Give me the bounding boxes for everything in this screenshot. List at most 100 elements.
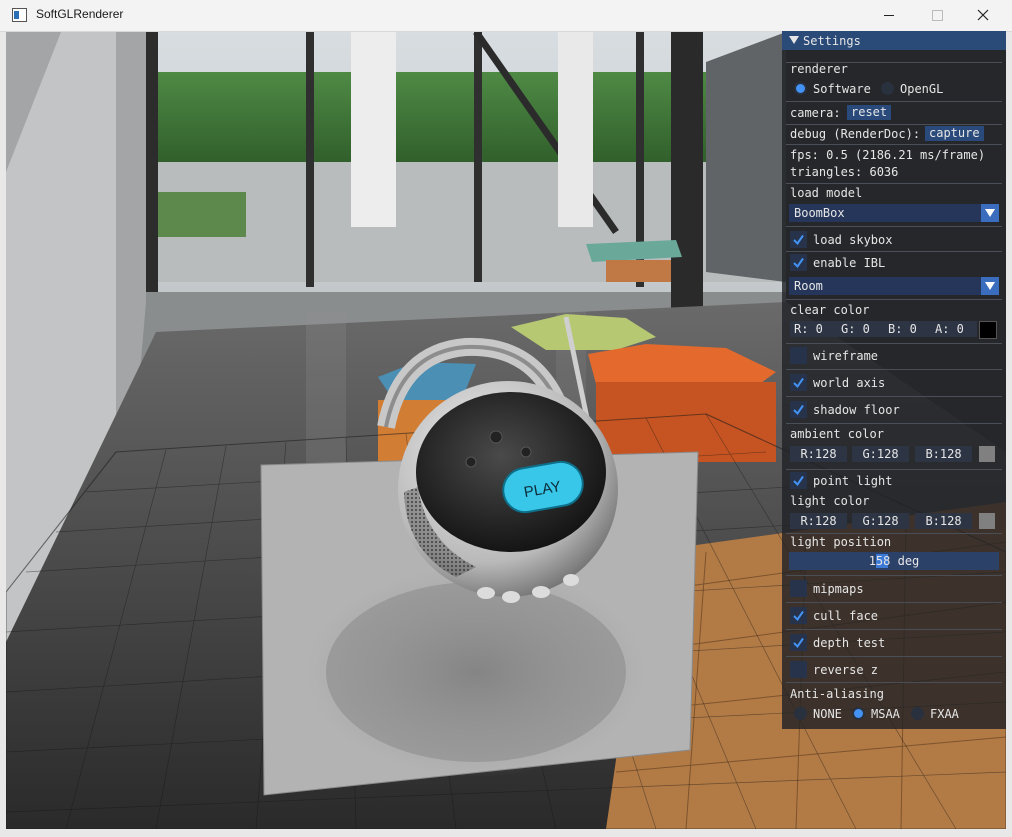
checkmark-icon bbox=[793, 404, 804, 416]
separator bbox=[786, 423, 1002, 424]
minimize-icon bbox=[884, 15, 894, 16]
checkmark-icon bbox=[793, 610, 804, 622]
light-color-g[interactable]: G:128 bbox=[852, 513, 909, 529]
title-bar: SoftGLRenderer bbox=[0, 0, 1012, 32]
renderer-opengl-radio[interactable] bbox=[881, 82, 894, 95]
light-color-b[interactable]: B:128 bbox=[915, 513, 972, 529]
maximize-button[interactable] bbox=[914, 0, 960, 31]
light-position-value: 158 deg bbox=[868, 554, 920, 568]
fps-text: fps: 0.5 (2186.21 ms/frame) bbox=[790, 148, 986, 162]
load-skybox-label[interactable]: load skybox bbox=[813, 233, 892, 247]
triangles-text: triangles: 6036 bbox=[790, 165, 899, 179]
anti-aliasing-label: Anti-aliasing bbox=[790, 687, 884, 701]
separator bbox=[786, 656, 1002, 657]
mipmaps-checkbox[interactable] bbox=[790, 580, 807, 597]
shadow-floor-label[interactable]: shadow floor bbox=[813, 403, 900, 417]
enable-ibl-checkbox[interactable] bbox=[790, 254, 807, 271]
aa-fxaa-radio[interactable] bbox=[911, 707, 924, 720]
close-button[interactable] bbox=[962, 0, 1008, 31]
renderer-opengl-label[interactable]: OpenGL bbox=[900, 82, 943, 96]
load-skybox-checkbox[interactable] bbox=[790, 231, 807, 248]
checkmark-icon bbox=[793, 234, 804, 246]
world-axis-label[interactable]: world axis bbox=[813, 376, 885, 390]
load-model-label: load model bbox=[790, 186, 863, 200]
separator bbox=[786, 469, 1002, 470]
clear-color-g[interactable]: G: 0 bbox=[837, 321, 885, 337]
clear-color-a[interactable]: A: 0 bbox=[931, 321, 977, 337]
point-light-checkbox[interactable] bbox=[790, 472, 807, 489]
ambient-color-swatch[interactable] bbox=[979, 446, 995, 462]
ambient-color-b[interactable]: B:128 bbox=[915, 446, 972, 462]
separator bbox=[786, 682, 1002, 683]
wireframe-label[interactable]: wireframe bbox=[813, 349, 878, 363]
minimize-button[interactable] bbox=[866, 0, 912, 31]
cull-face-checkbox[interactable] bbox=[790, 607, 807, 624]
debug-label: debug (RenderDoc): bbox=[790, 127, 921, 141]
separator bbox=[786, 602, 1002, 603]
separator bbox=[786, 575, 1002, 576]
aa-fxaa-label[interactable]: FXAA bbox=[930, 707, 959, 721]
separator bbox=[786, 124, 1002, 125]
separator bbox=[786, 369, 1002, 370]
renderer-label: renderer bbox=[790, 62, 848, 76]
separator bbox=[786, 251, 1002, 252]
reverse-z-checkbox[interactable] bbox=[790, 661, 807, 678]
light-color-label: light color bbox=[790, 494, 870, 508]
clear-color-swatch[interactable] bbox=[979, 321, 997, 339]
separator bbox=[786, 533, 1002, 534]
wireframe-checkbox[interactable] bbox=[790, 347, 807, 364]
skybox-dropdown[interactable]: Room bbox=[789, 277, 999, 295]
separator bbox=[786, 343, 1002, 344]
separator bbox=[786, 183, 1002, 184]
app-icon bbox=[12, 8, 27, 22]
aa-msaa-radio[interactable] bbox=[852, 707, 865, 720]
checkmark-icon bbox=[793, 377, 804, 389]
clear-color-label: clear color bbox=[790, 303, 870, 317]
checkmark-icon bbox=[793, 257, 804, 269]
mipmaps-label[interactable]: mipmaps bbox=[813, 582, 864, 596]
aa-none-label[interactable]: NONE bbox=[813, 707, 842, 721]
renderer-software-label[interactable]: Software bbox=[813, 82, 871, 96]
aa-msaa-label[interactable]: MSAA bbox=[871, 707, 900, 721]
separator bbox=[786, 396, 1002, 397]
chevron-down-icon[interactable] bbox=[981, 204, 999, 222]
reverse-z-label[interactable]: reverse z bbox=[813, 663, 878, 677]
collapse-arrow-icon[interactable] bbox=[789, 36, 799, 44]
ambient-color-label: ambient color bbox=[790, 427, 884, 441]
chevron-down-icon[interactable] bbox=[981, 277, 999, 295]
enable-ibl-label[interactable]: enable IBL bbox=[813, 256, 885, 270]
renderer-software-radio[interactable] bbox=[794, 82, 807, 95]
separator bbox=[786, 101, 1002, 102]
checkmark-icon bbox=[793, 637, 804, 649]
world-axis-checkbox[interactable] bbox=[790, 374, 807, 391]
settings-title: Settings bbox=[803, 34, 861, 48]
separator bbox=[786, 226, 1002, 227]
ambient-color-g[interactable]: G:128 bbox=[852, 446, 909, 462]
camera-reset-button[interactable]: reset bbox=[847, 105, 892, 120]
settings-header[interactable]: Settings bbox=[782, 31, 1006, 50]
point-light-label[interactable]: point light bbox=[813, 474, 892, 488]
light-color-swatch[interactable] bbox=[979, 513, 995, 529]
depth-test-checkbox[interactable] bbox=[790, 634, 807, 651]
separator bbox=[786, 629, 1002, 630]
camera-label: camera: bbox=[790, 106, 841, 120]
cull-face-label[interactable]: cull face bbox=[813, 609, 878, 623]
separator bbox=[786, 144, 1002, 145]
ambient-color-r[interactable]: R:128 bbox=[790, 446, 847, 462]
window-title: SoftGLRenderer bbox=[36, 7, 124, 21]
close-icon bbox=[977, 9, 989, 21]
maximize-icon bbox=[932, 10, 943, 21]
depth-test-label[interactable]: depth test bbox=[813, 636, 885, 650]
skybox-dropdown-value: Room bbox=[794, 279, 823, 293]
light-position-slider[interactable]: 158 deg bbox=[789, 552, 999, 570]
clear-color-b[interactable]: B: 0 bbox=[884, 321, 932, 337]
settings-panel: Settings renderer Software OpenGL camera… bbox=[782, 31, 1006, 729]
capture-button[interactable]: capture bbox=[925, 126, 984, 141]
aa-none-radio[interactable] bbox=[794, 707, 807, 720]
clear-color-r[interactable]: R: 0 bbox=[790, 321, 838, 337]
model-dropdown[interactable]: BoomBox bbox=[789, 204, 999, 222]
checkmark-icon bbox=[793, 475, 804, 487]
model-dropdown-value: BoomBox bbox=[794, 206, 845, 220]
shadow-floor-checkbox[interactable] bbox=[790, 401, 807, 418]
light-color-r[interactable]: R:128 bbox=[790, 513, 847, 529]
